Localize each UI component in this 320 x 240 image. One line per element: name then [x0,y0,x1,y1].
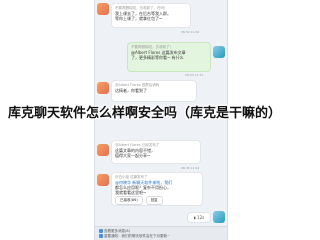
message-bubble[interactable]: @Albert Flores 已经发布了 这篇文章的内容不错， 值得大家一起分享… [111,140,201,164]
message-text: 等你上课了，就拿红包了~ [115,15,163,21]
message-text: 值得大家一起分享~ [115,152,151,158]
message-time: 08:32 11:30 [181,30,200,34]
message-time: 08:36 11:42 [181,166,200,170]
reply-button[interactable]: 回复 [145,195,163,205]
message-text: 了，更多精彩等你看~ 有什么 [131,54,184,60]
message-actions: 已接收(86) 回复 [115,195,199,205]
notice-text: 查看更多消息(8) [104,229,130,233]
notice-icon [99,229,103,233]
notice-text: 重要通知：我们的聊天软件会在下月更新~ [104,234,170,238]
message-bubble[interactable]: 不要再删除啦，去收款了！ @Albert Flores 这篇发布文章 了，更多精… [127,42,211,72]
avatar[interactable] [97,3,109,15]
avatar[interactable] [213,46,225,58]
avatar[interactable] [97,174,109,186]
message-bubble[interactable]: @Albert Flores 进群后请转 达搞者，你看到了 [111,80,197,102]
message-text: @何晓华 新聊天软件来啦，我们 [115,179,173,185]
voice-message[interactable]: ◖ 12s [187,212,211,223]
page-title: 库克聊天软件怎么样啊安全吗（库克是干嘛的） [8,105,282,120]
message-bubble[interactable]: 不要再删除啦，去收款了，在吗！ 我上课去了，在后台等我入群。 等你上课了，就拿红… [111,3,191,28]
notice-bar[interactable]: 查看更多消息(8) 重要通知：我们的聊天软件会在下月更新~ [95,226,227,240]
message-bubble[interactable]: @白小姐 这篇发布了 @何晓华 新聊天软件来啦，我们 都怎么应用呢？复杂不用担心… [111,172,203,206]
voice-icon: ◖ [193,215,196,220]
message-text: 达搞者，你看到了 [115,87,147,93]
voice-duration: 12s [197,215,205,220]
accept-button[interactable]: 已接收(86) [115,195,143,205]
message-text: 我就看看这里吧~ [115,189,147,195]
avatar[interactable] [213,211,225,223]
notice-icon [99,234,103,238]
avatar[interactable] [97,82,109,94]
avatar[interactable] [97,144,109,156]
message-time: 08:33 11:31 [185,73,204,77]
